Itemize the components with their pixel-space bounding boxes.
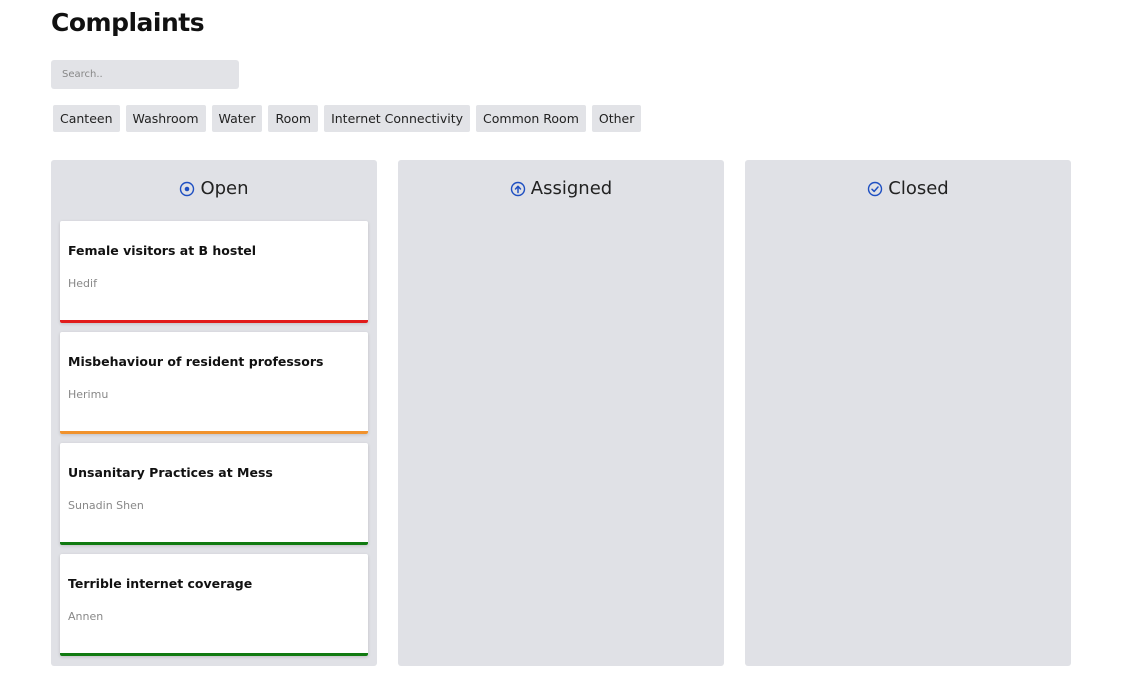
filter-chip-washroom[interactable]: Washroom [125, 105, 206, 132]
column-header-closed: Closed [745, 178, 1071, 199]
filter-chip-internet-connectivity[interactable]: Internet Connectivity [324, 105, 471, 132]
complaint-card[interactable]: Female visitors at B hostel Hedif [60, 221, 368, 323]
priority-bar [60, 542, 368, 545]
priority-bar [60, 431, 368, 434]
complaint-title: Female visitors at B hostel [68, 243, 257, 258]
filter-chip-room[interactable]: Room [268, 105, 319, 132]
filter-chip-other[interactable]: Other [591, 105, 642, 132]
complaint-author: Herimu [68, 388, 109, 401]
column-assigned: Assigned [398, 160, 724, 666]
page-title: Complaints [51, 8, 205, 37]
filter-chip-canteen[interactable]: Canteen [53, 105, 120, 132]
column-label-assigned: Assigned [530, 178, 613, 199]
filter-chip-common-room[interactable]: Common Room [476, 105, 586, 132]
arrow-up-circle-icon [510, 181, 525, 196]
column-header-open: Open [51, 178, 377, 199]
check-circle-icon [868, 181, 883, 196]
target-circle-icon [180, 181, 195, 196]
column-label-closed: Closed [888, 178, 949, 199]
complaint-title: Misbehaviour of resident professors [68, 354, 324, 369]
complaint-author: Hedif [68, 277, 97, 290]
complaint-author: Sunadin Shen [68, 499, 144, 512]
complaint-title: Terrible internet coverage [68, 576, 253, 591]
category-filters: Canteen Washroom Water Room Internet Con… [53, 105, 642, 132]
priority-bar [60, 320, 368, 323]
filter-chip-water[interactable]: Water [211, 105, 263, 132]
column-label-open: Open [200, 178, 249, 199]
column-closed: Closed [745, 160, 1071, 666]
complaint-author: Annen [68, 610, 104, 623]
column-header-assigned: Assigned [398, 178, 724, 199]
complaint-title: Unsanitary Practices at Mess [68, 465, 273, 480]
column-open: Open Female visitors at B hostel Hedif M… [51, 160, 377, 666]
priority-bar [60, 653, 368, 656]
complaint-card[interactable]: Unsanitary Practices at Mess Sunadin She… [60, 443, 368, 545]
complaint-card[interactable]: Terrible internet coverage Annen [60, 554, 368, 656]
complaint-card[interactable]: Misbehaviour of resident professors Heri… [60, 332, 368, 434]
search-input[interactable] [51, 60, 239, 89]
